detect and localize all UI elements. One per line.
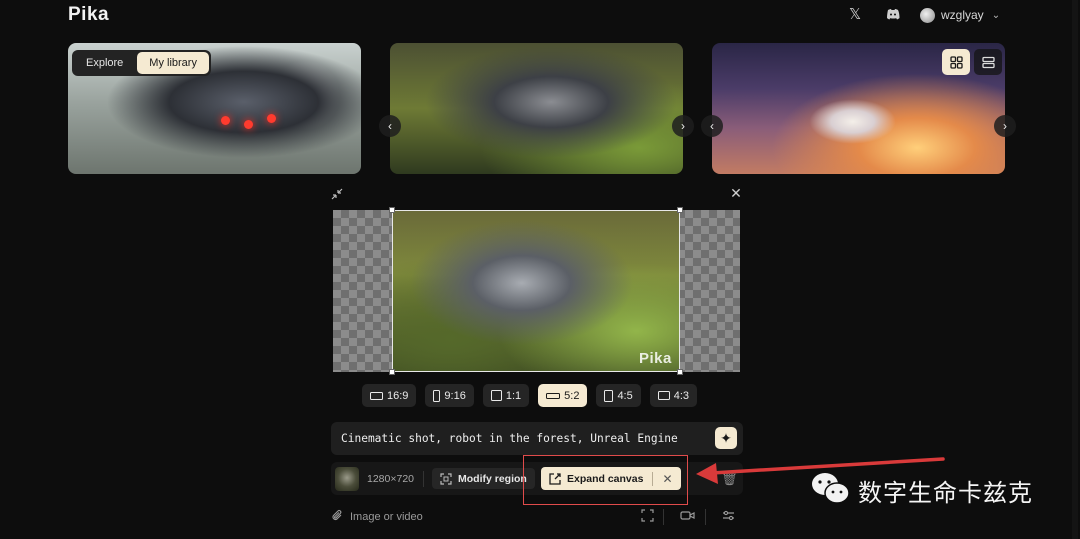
modify-region-button[interactable]: Modify region [432,468,535,489]
robot-eye [221,116,230,125]
robot-eye [267,114,276,123]
resize-handle[interactable] [677,207,683,213]
scrollbar[interactable] [1072,0,1078,539]
resize-handle[interactable] [677,369,683,375]
ratio-label: 16:9 [387,389,409,402]
divider [663,509,664,525]
ratio-label: 1:1 [505,389,522,402]
expand-canvas-label: Expand canvas [567,472,644,485]
region-select-icon [440,472,452,485]
ratio-9-16[interactable]: 9:16 [425,384,474,407]
source-thumbnail[interactable] [335,467,359,491]
wechat-watermark: 数字生命卡兹克 [810,470,1033,510]
ratio-label: 4:5 [617,389,633,402]
divider [423,471,424,487]
ratio-label: 9:16 [444,389,466,402]
wechat-account-name: 数字生命卡兹克 [858,478,1033,507]
x-twitter-icon[interactable]: 𝕏 [846,6,864,24]
divider [652,471,654,486]
expand-canvas-button[interactable]: Expand canvas ✕ [541,467,681,490]
grid-view-icon[interactable] [942,49,970,75]
resolution-label: 1280×720 [367,473,415,485]
ratio-shape-icon [604,389,614,402]
view-toggle [942,49,1002,75]
username: wzglyay [941,8,984,22]
chevron-down-icon: ⌄ [991,9,1001,21]
close-icon[interactable]: ✕ [662,472,672,486]
prompt-input[interactable]: Cinematic shot, robot in the forest, Unr… [331,422,743,455]
aspect-ratio-selector: 16:9 9:16 1:1 5:2 4:5 4:3 [362,384,698,407]
collapse-icon[interactable] [330,187,344,201]
list-view-icon[interactable] [974,49,1002,75]
resize-handle[interactable] [389,369,395,375]
wechat-icon [810,471,850,510]
chevron-left-icon[interactable]: ‹ [701,115,723,137]
trash-icon[interactable]: 🗑 [721,471,738,487]
ratio-shape-icon [433,389,441,402]
attach-label: Image or video [350,511,423,523]
ratio-shape-icon [490,390,502,401]
ratio-shape-icon [657,391,670,400]
chevron-right-icon[interactable]: › [672,115,694,137]
ratio-4-3[interactable]: 4:3 [649,384,698,407]
ratio-16-9[interactable]: 16:9 [362,384,417,407]
divider [705,509,706,525]
top-bar: Pika 𝕏 wzglyay ⌄ [0,0,1080,32]
robot-eye [244,120,253,129]
chevron-right-icon[interactable]: › [994,115,1016,137]
video-camera-icon[interactable] [679,509,695,525]
close-icon[interactable]: ✕ [729,186,743,200]
tab-my-library[interactable]: My library [137,52,209,74]
user-menu[interactable]: wzglyay ⌄ [920,6,1000,24]
ratio-1-1[interactable]: 1:1 [482,384,530,407]
ratio-shape-icon [370,391,383,400]
expand-canvas-icon [549,472,561,485]
avatar [920,7,935,23]
source-frame[interactable] [392,210,680,372]
sparkle-icon[interactable]: ✦ [715,427,737,449]
attach-button[interactable]: Image or video [331,509,423,525]
ratio-5-2[interactable]: 5:2 [538,384,588,407]
modify-region-label: Modify region [458,472,527,485]
ratio-label: 5:2 [564,389,580,402]
paperclip-icon [331,509,344,525]
chevron-left-icon[interactable]: ‹ [379,115,401,137]
prompt-text[interactable]: Cinematic shot, robot in the forest, Unr… [341,432,678,445]
library-tabs: Explore My library [72,50,211,76]
settings-sliders-icon[interactable] [720,509,736,525]
tab-explore[interactable]: Explore [74,52,135,74]
discord-icon[interactable] [884,6,902,24]
ratio-shape-icon [546,392,561,399]
gallery-card-2[interactable] [390,43,683,174]
ratio-4-5[interactable]: 4:5 [596,384,641,407]
app-logo[interactable]: Pika [68,4,109,26]
watermark: Pika [639,350,672,367]
fullscreen-icon[interactable] [639,509,655,525]
ratio-label: 4:3 [673,389,690,402]
resize-handle[interactable] [389,207,395,213]
